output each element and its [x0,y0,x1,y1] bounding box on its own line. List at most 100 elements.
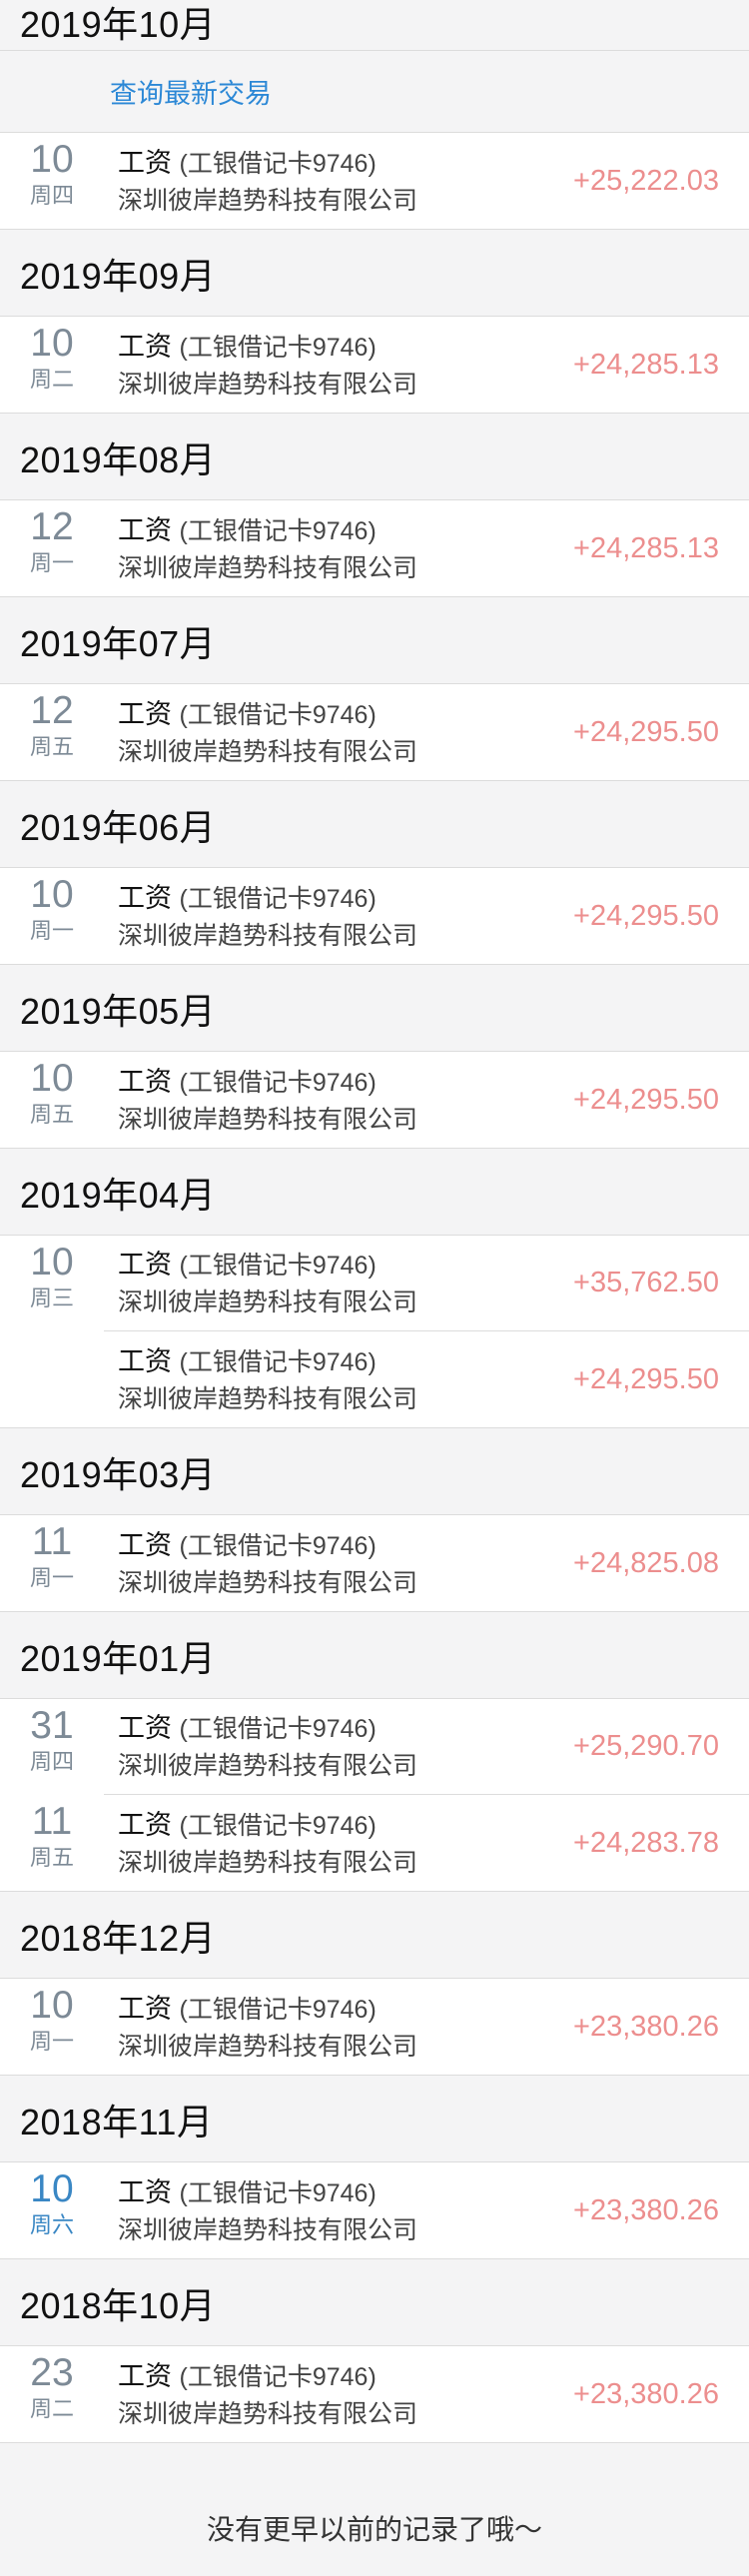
transaction-group: 12 周五 工资 (工银借记卡9746) 深圳彼岸趋势科技有限公司 +24,295.50 [0,683,749,781]
transaction-counterparty: 深圳彼岸趋势科技有限公司 [118,370,418,399]
transaction-amount: +25,222.03 [573,164,719,197]
month-title: 2018年11月 [20,2102,214,2143]
transaction-body: 工资 (工银借记卡9746) 深圳彼岸趋势科技有限公司 +24,295.50 [104,684,749,780]
transaction-date: 12 周一 [0,500,104,596]
month-header: 2019年05月 [0,987,749,1037]
transaction-amount: +23,380.26 [573,2377,719,2410]
transaction-amount: +24,295.50 [573,899,719,932]
transaction-row[interactable]: 12 周一 工资 (工银借记卡9746) 深圳彼岸趋势科技有限公司 +24,285.13 [0,500,749,596]
month-section: 2019年08月 12 周一 工资 (工银借记卡9746) 深圳彼岸趋势科技有限公司 +2… [0,435,749,597]
transaction-title-line: 工资 (工银借记卡9746) [118,1709,573,1748]
transaction-type: 工资 [118,1993,172,2024]
transaction-row[interactable]: 10 周二 工资 (工银借记卡9746) 深圳彼岸趋势科技有限公司 +24,285.13 [0,317,749,413]
transaction-amount: +35,762.50 [573,1267,719,1298]
month-title: 2019年06月 [20,807,217,848]
transaction-row[interactable]: 10 周六 工资 (工银借记卡9746) 深圳彼岸趋势科技有限公司 +23,380.26 [0,2162,749,2258]
transaction-amount: +24,283.78 [573,1826,719,1859]
transaction-amount: +24,295.50 [573,715,719,748]
transaction-title-line: 工资 (工银借记卡9746) [118,1063,573,1102]
transaction-row[interactable]: 工资 (工银借记卡9746) 深圳彼岸趋势科技有限公司 +24,295.50 [0,1331,749,1427]
month-header: 2019年09月 [0,252,749,302]
transaction-card-info: (工银借记卡9746) [179,1995,376,2024]
transaction-body: 工资 (工银借记卡9746) 深圳彼岸趋势科技有限公司 +24,295.50 [104,868,749,964]
transaction-day: 12 [30,505,74,548]
transaction-date: 11 周一 [0,1515,104,1611]
month-header: 2018年12月 [0,1914,749,1964]
transaction-counterparty: 深圳彼岸趋势科技有限公司 [118,553,418,582]
transaction-weekday: 周五 [29,1102,74,1127]
transaction-group: 10 周四 工资 (工银借记卡9746) 深圳彼岸趋势科技有限公司 +25,222.03 [0,133,749,230]
transaction-day: 31 [30,1704,74,1747]
transaction-weekday: 周三 [29,1286,74,1310]
transaction-row[interactable]: 10 周三 工资 (工银借记卡9746) 深圳彼岸趋势科技有限公司 +35,762.50 [0,1236,749,1331]
transaction-amount: +25,290.70 [573,1730,719,1762]
month-title: 2019年03月 [20,1454,217,1495]
transaction-day: 10 [30,1241,74,1284]
transaction-texts: 工资 (工银借记卡9746) 深圳彼岸趋势科技有限公司 [104,144,573,219]
transaction-title-line: 工资 (工银借记卡9746) [118,1990,573,2029]
transaction-card-info: (工银借记卡9746) [179,149,376,178]
month-section: 2018年10月 23 周二 工资 (工银借记卡9746) 深圳彼岸趋势科技有限公司 +2… [0,2281,749,2443]
transaction-group: 23 周二 工资 (工银借记卡9746) 深圳彼岸趋势科技有限公司 +23,380.26 [0,2345,749,2443]
transaction-card-info: (工银借记卡9746) [179,1252,376,1280]
transaction-card-info: (工银借记卡9746) [179,1531,376,1560]
transaction-type: 工资 [118,147,172,178]
transaction-card-info: (工银借记卡9746) [179,1811,376,1840]
transaction-row[interactable]: 10 周一 工资 (工银借记卡9746) 深圳彼岸趋势科技有限公司 +23,380.26 [0,1979,749,2075]
transaction-amount: +24,295.50 [573,1083,719,1116]
transaction-body: 工资 (工银借记卡9746) 深圳彼岸趋势科技有限公司 +24,295.50 [104,1331,749,1427]
transaction-date: 10 周一 [0,1979,104,2075]
transaction-row[interactable]: 10 周四 工资 (工银借记卡9746) 深圳彼岸趋势科技有限公司 +25,222.03 [0,133,749,229]
transaction-title-line: 工资 (工银借记卡9746) [118,1806,573,1845]
transaction-counterparty: 深圳彼岸趋势科技有限公司 [118,2032,418,2061]
month-section: 2019年09月 10 周二 工资 (工银借记卡9746) 深圳彼岸趋势科技有限公司 +2… [0,252,749,414]
transaction-card-info: (工银借记卡9746) [179,2178,376,2207]
transaction-type: 工资 [118,1066,172,1097]
transaction-card-info: (工银借记卡9746) [179,1068,376,1097]
transaction-group: 31 周四 工资 (工银借记卡9746) 深圳彼岸趋势科技有限公司 +25,290.70… [0,1698,749,1892]
transaction-body: 工资 (工银借记卡9746) 深圳彼岸趋势科技有限公司 +23,380.26 [104,1979,749,2075]
transaction-type: 工资 [118,2360,172,2391]
transaction-weekday: 周一 [29,550,74,575]
transaction-counterparty: 深圳彼岸趋势科技有限公司 [118,2215,418,2244]
transaction-counterparty: 深圳彼岸趋势科技有限公司 [118,1568,418,1597]
transaction-history-page: 2019年10月 查询最新交易 10 周四 工资 (工银借记卡9746) 深圳彼岸趋势科技… [0,0,749,2576]
transaction-date: 23 周二 [0,2346,104,2442]
transaction-day: 12 [30,689,74,732]
transaction-texts: 工资 (工银借记卡9746) 深圳彼岸趋势科技有限公司 [104,1990,573,2065]
transaction-texts: 工资 (工银借记卡9746) 深圳彼岸趋势科技有限公司 [104,328,573,403]
transaction-type: 工资 [118,1713,172,1743]
transaction-row[interactable]: 10 周五 工资 (工银借记卡9746) 深圳彼岸趋势科技有限公司 +24,295.50 [0,1052,749,1148]
transaction-title-line: 工资 (工银借记卡9746) [118,328,573,367]
transaction-row[interactable]: 11 周五 工资 (工银借记卡9746) 深圳彼岸趋势科技有限公司 +24,283.78 [0,1795,749,1891]
transaction-body: 工资 (工银借记卡9746) 深圳彼岸趋势科技有限公司 +23,380.26 [104,2346,749,2442]
transaction-card-info: (工银借记卡9746) [179,1347,376,1376]
month-header: 2019年03月 [0,1450,749,1500]
transaction-date: 11 周五 [0,1795,104,1891]
transaction-row[interactable]: 11 周一 工资 (工银借记卡9746) 深圳彼岸趋势科技有限公司 +24,825.08 [0,1515,749,1611]
transaction-amount: +23,380.26 [573,2010,719,2043]
transaction-group: 10 周二 工资 (工银借记卡9746) 深圳彼岸趋势科技有限公司 +24,285.13 [0,316,749,414]
month-header: 2019年04月 [0,1171,749,1221]
transaction-day: 10 [30,2167,74,2210]
transaction-texts: 工资 (工银借记卡9746) 深圳彼岸趋势科技有限公司 [104,1342,573,1417]
transaction-row[interactable]: 10 周一 工资 (工银借记卡9746) 深圳彼岸趋势科技有限公司 +24,295.50 [0,868,749,964]
transaction-weekday: 周一 [29,918,74,943]
transaction-row[interactable]: 23 周二 工资 (工银借记卡9746) 深圳彼岸趋势科技有限公司 +23,380.26 [0,2346,749,2442]
query-latest-transactions-link[interactable]: 查询最新交易 [0,50,749,133]
month-section: 2019年06月 10 周一 工资 (工银借记卡9746) 深圳彼岸趋势科技有限公司 +2… [0,803,749,965]
transaction-date: 10 周四 [0,133,104,229]
month-header: 2019年01月 [0,1634,749,1684]
transaction-card-info: (工银借记卡9746) [179,1715,376,1743]
transaction-type: 工资 [118,1809,172,1840]
transaction-date: 10 周五 [0,1052,104,1148]
transaction-amount: +24,285.13 [573,531,719,564]
transaction-row[interactable]: 12 周五 工资 (工银借记卡9746) 深圳彼岸趋势科技有限公司 +24,295.50 [0,684,749,780]
transaction-weekday: 周六 [29,2212,74,2237]
transaction-card-info: (工银借记卡9746) [179,884,376,913]
transaction-title-line: 工资 (工银借记卡9746) [118,695,573,734]
transaction-counterparty: 深圳彼岸趋势科技有限公司 [118,1848,418,1877]
transaction-texts: 工资 (工银借记卡9746) 深圳彼岸趋势科技有限公司 [104,511,573,586]
month-header: 2019年06月 [0,803,749,853]
transaction-row[interactable]: 31 周四 工资 (工银借记卡9746) 深圳彼岸趋势科技有限公司 +25,290.70 [0,1699,749,1795]
